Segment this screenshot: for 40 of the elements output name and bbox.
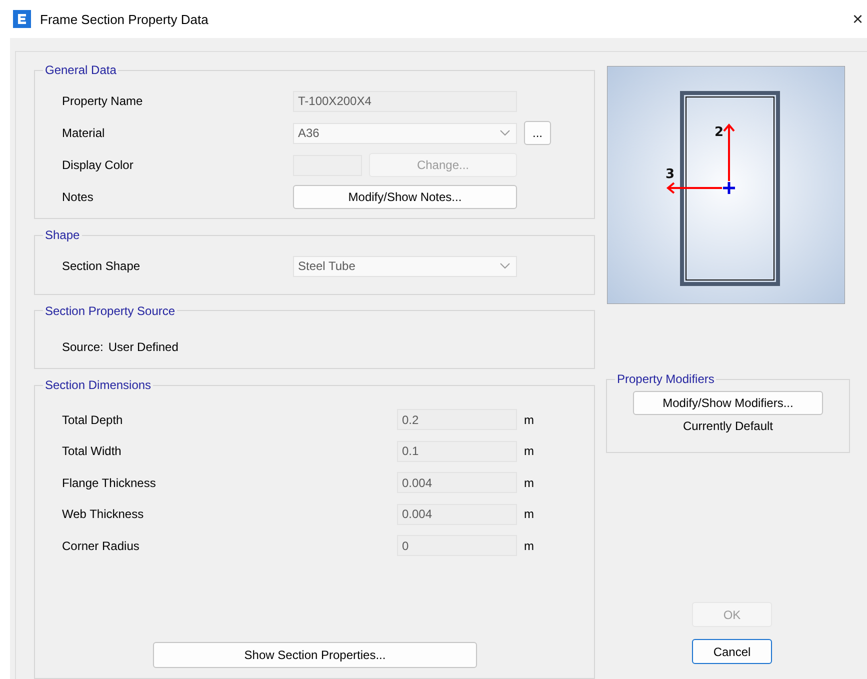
unit-label: m: [524, 444, 534, 458]
text-field[interactable]: 0.004: [397, 504, 517, 525]
field-label: Notes: [62, 190, 94, 204]
close-button[interactable]: ×: [848, 8, 867, 30]
field-label: Display Color: [62, 158, 134, 172]
source-value: User Defined: [108, 340, 178, 354]
field-label: Material: [62, 126, 106, 140]
modify-modifiers-button[interactable]: Modify/Show Modifiers...: [633, 391, 823, 415]
field-label: Total Width: [62, 444, 122, 458]
field-label: Web Thickness: [62, 507, 145, 522]
window-title: Frame Section Property Data: [40, 12, 208, 26]
field-label: Flange Thickness: [62, 476, 157, 490]
notes-button[interactable]: Modify/Show Notes...: [293, 185, 517, 209]
modifiers-status: Currently Default: [682, 419, 774, 433]
text-field[interactable]: 0.2: [397, 409, 517, 430]
group-title: Section Dimensions: [44, 378, 152, 392]
group-title: Property Modifiers: [616, 372, 716, 386]
axis-label: 2: [714, 125, 724, 140]
unit-label: m: [524, 538, 534, 553]
chevron-down-icon: [500, 263, 510, 270]
chevron-down-icon: [500, 130, 510, 136]
source-label: Source:: [62, 340, 104, 354]
group-title: Shape: [44, 228, 81, 242]
unit-label: m: [524, 412, 534, 427]
group-title: Section Property Source: [44, 304, 176, 318]
origin-marker-icon: [722, 180, 736, 196]
field-label: Total Depth: [62, 412, 124, 427]
dialog-button[interactable]: Cancel: [692, 639, 772, 664]
field-label: Property Name: [62, 94, 144, 108]
group-title: General Data: [44, 63, 118, 77]
unit-label: m: [524, 507, 534, 522]
field-label: Section Shape: [62, 259, 142, 274]
text-field[interactable]: 0.1: [397, 440, 517, 462]
text-field[interactable]: 0: [397, 535, 517, 556]
app-logo-icon: [13, 10, 31, 28]
text-field[interactable]: 0.004: [397, 472, 517, 494]
field-label: Corner Radius: [62, 538, 140, 553]
unit-label: m: [524, 476, 534, 490]
show-properties-button[interactable]: Show Section Properties...: [153, 642, 477, 668]
axis-label: 3: [665, 167, 675, 182]
